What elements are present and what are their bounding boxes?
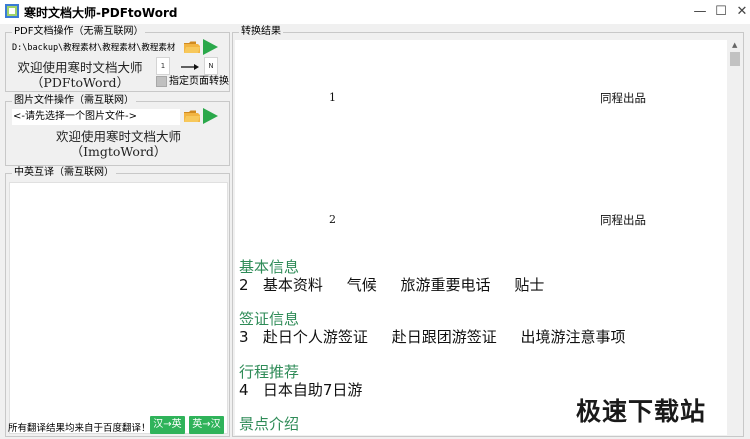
pdf-operation-group: PDF文档操作（无需互联网） D:\backup\教程素材\教程素材\教程素材 … [5,26,230,92]
section-heading: 景点介绍 [239,415,300,433]
page-org-label: 同程出品 [600,213,646,227]
page-number: 1 [329,91,336,104]
translate-group-title: 中英互译（需互联网） [12,167,116,179]
window-title: 寒时文档大师-PDFtoWord [24,6,178,20]
site-watermark: 极速下载站 [576,397,707,426]
convert-pdf-play-icon[interactable] [202,38,219,56]
chinese-to-english-button[interactable]: 汉→英 [150,416,185,434]
section-body: 2 基本资料 气候 旅游重要电话 贴士 [239,276,545,294]
page-from-field[interactable]: 1 [156,57,170,75]
scroll-up-icon[interactable]: ▲ [732,41,737,49]
translate-group: 中英互译（需互联网） [5,167,230,437]
scrollbar-thumb[interactable] [730,52,740,66]
result-panel[interactable]: 1 同程出品 2 同程出品 基本信息 2 基本资料 气候 旅游重要电话 贴士 签… [235,40,743,435]
page-number: 2 [329,213,336,226]
translation-source-note: 所有翻译结果均来自于百度翻译！ [8,423,151,434]
pdf-welcome-text: 欢迎使用寒时文档大师 （PDFtoWord） [17,60,143,90]
page-convert-checkbox[interactable] [156,76,167,87]
maximize-icon[interactable]: ☐ [711,2,731,22]
close-icon[interactable]: ✕ [732,2,750,22]
page-convert-label: 指定页面转换 [169,76,229,87]
pdf-path-field[interactable]: D:\backup\教程素材\教程素材\教程素材 [12,41,182,55]
title-bar: 寒时文档大师-PDFtoWord — ☐ ✕ [0,0,750,24]
img-group-title: 图片文件操作（需互联网） [12,95,136,107]
result-group-title: 转换结果 [239,26,283,38]
page-org-label: 同程出品 [600,91,646,105]
image-file-select[interactable]: <-请先选择一个图片文件-> [12,109,180,125]
result-group: 转换结果 1 同程出品 2 同程出品 基本信息 2 基本资料 气候 旅游重要电话… [232,26,744,437]
result-scrollbar[interactable]: ▲ [727,40,743,435]
english-to-chinese-button[interactable]: 英→汉 [189,416,224,434]
pdf-group-title: PDF文档操作（无需互联网） [12,26,146,38]
open-folder-icon[interactable] [183,40,201,54]
section-body: 3 赴日个人游签证 赴日跟团游签证 出境游注意事项 [239,328,626,346]
convert-image-play-icon[interactable] [202,107,219,125]
open-image-folder-icon[interactable] [183,109,201,123]
image-operation-group: 图片文件操作（需互联网） <-请先选择一个图片文件-> 欢迎使用寒时文档大师 （… [5,95,230,166]
page-to-field[interactable]: N [204,57,218,75]
range-arrow-icon [181,64,199,70]
img-welcome-text: 欢迎使用寒时文档大师 （ImgtoWord） [55,129,181,159]
app-logo-icon [5,4,19,18]
minimize-icon[interactable]: — [690,2,710,22]
translate-textarea[interactable] [9,182,228,434]
section-body: 4 日本自助7日游 [239,381,363,399]
